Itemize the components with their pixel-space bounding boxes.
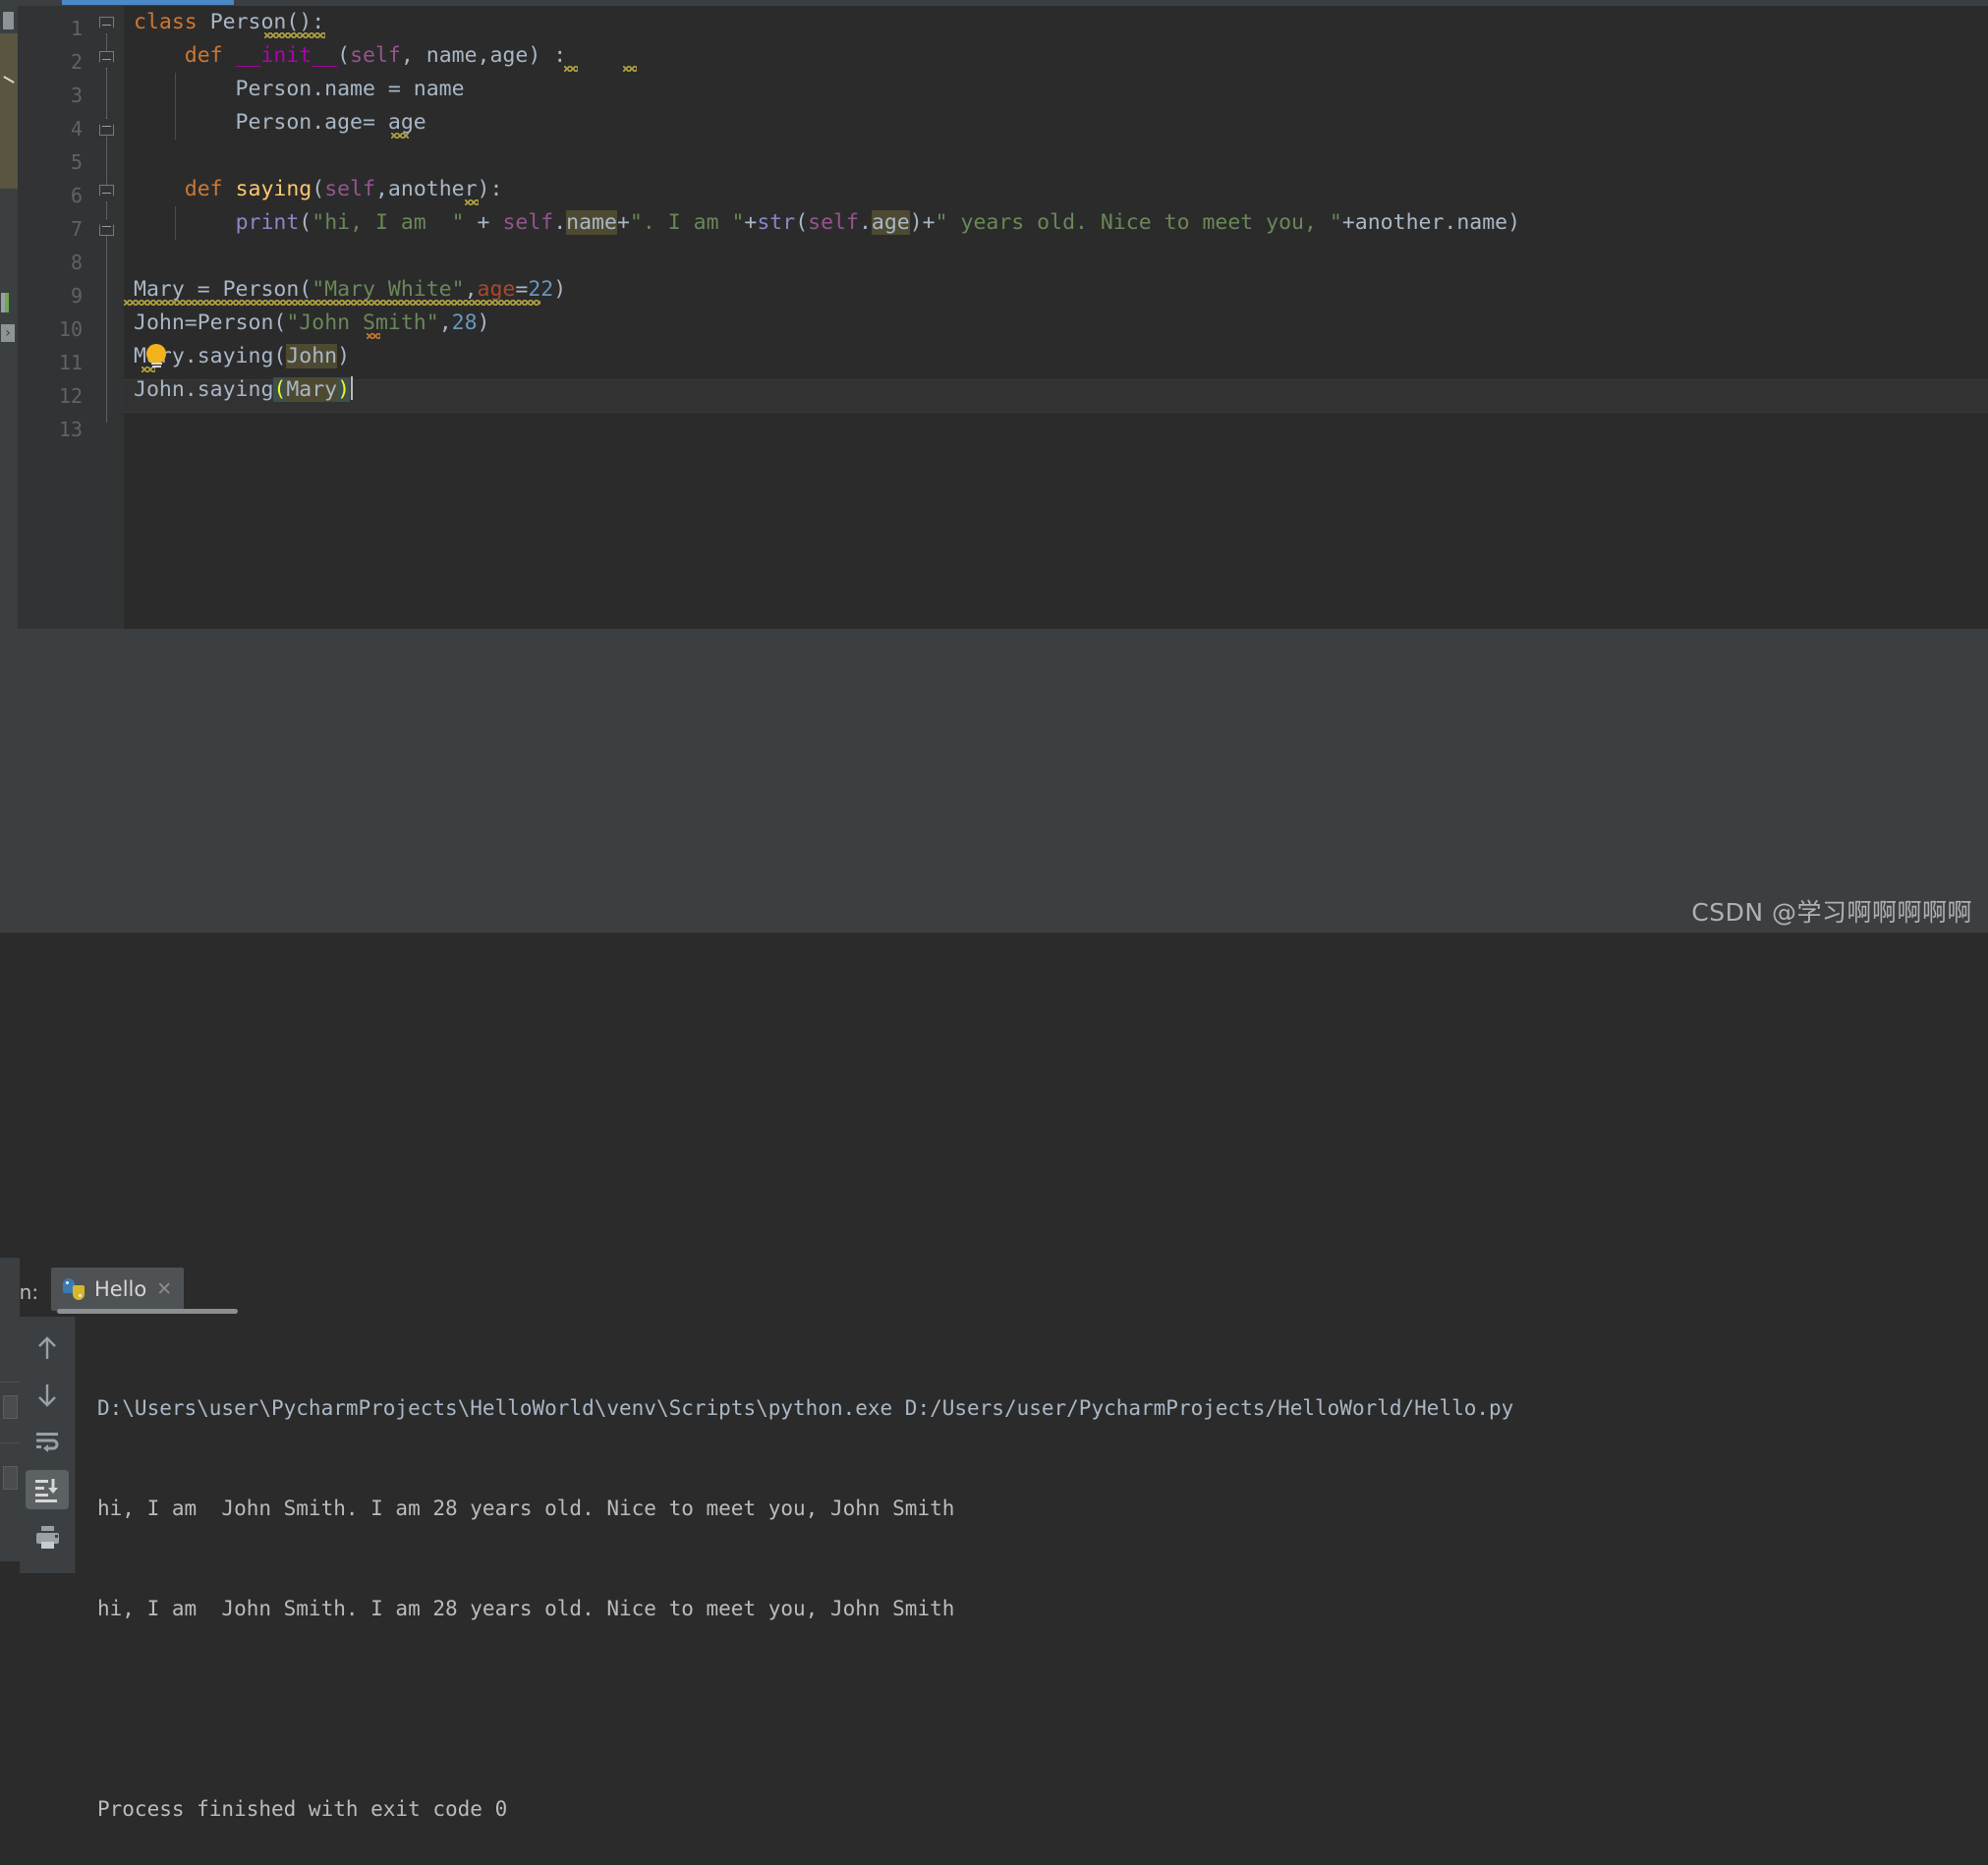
line-number: 12 — [58, 384, 83, 408]
lightbulb-icon[interactable] — [146, 344, 168, 367]
rail-divider — [0, 1382, 20, 1383]
fold-toggle-saying[interactable] — [99, 185, 114, 202]
close-icon[interactable]: ✕ — [156, 1278, 172, 1300]
console-toolbar — [20, 1317, 76, 1573]
line-number: 2 — [70, 50, 83, 74]
run-tab-label: Hello — [94, 1277, 147, 1301]
warning-squiggle — [465, 199, 479, 205]
code-line-6[interactable]: def saying(self,another): — [134, 173, 503, 206]
line-number: 1 — [70, 17, 83, 40]
python-icon — [63, 1278, 85, 1300]
code-line-8[interactable] — [134, 240, 146, 273]
up-arrow-icon[interactable] — [26, 1328, 69, 1368]
rail-divider — [0, 1442, 20, 1443]
print-icon[interactable] — [26, 1517, 69, 1556]
console-output-line: hi, I am John Smith. I am 28 years old. … — [97, 1497, 955, 1520]
csdn-watermark: CSDN @学习啊啊啊啊啊 — [1691, 898, 1972, 927]
warning-squiggle — [264, 32, 325, 38]
console-command-line: D:\Users\user\PycharmProjects\HelloWorld… — [97, 1396, 1514, 1420]
fold-end-saying[interactable] — [99, 218, 114, 236]
pycharm-window: › 1 2 3 4 5 6 7 8 9 10 11 12 13 class Pe… — [0, 0, 1988, 1821]
line-number: 10 — [58, 317, 83, 341]
down-arrow-icon[interactable] — [26, 1376, 69, 1415]
scroll-to-end-icon[interactable] — [26, 1470, 69, 1509]
fold-end-init[interactable] — [99, 118, 114, 136]
code-line-4[interactable]: Person.age= age — [134, 106, 426, 140]
warning-squiggle — [623, 66, 637, 72]
line-number: 5 — [70, 150, 83, 174]
console-output[interactable]: D:\Users\user\PycharmProjects\HelloWorld… — [76, 1317, 1988, 1821]
line-number: 6 — [70, 184, 83, 207]
run-tab-underline — [57, 1309, 238, 1314]
line-number: 13 — [58, 418, 83, 441]
warning-squiggle — [367, 333, 380, 339]
code-line-2[interactable]: def __init__(self, name,age) : — [134, 39, 566, 73]
run-left-rail — [0, 1258, 20, 1561]
run-tool-window: Run: Hello ✕ — [0, 629, 1988, 1821]
warning-squiggle — [391, 133, 409, 139]
left-tool-strip: › — [0, 0, 18, 629]
run-tab-hello[interactable]: Hello ✕ — [51, 1268, 185, 1311]
code-line-13[interactable] — [134, 407, 146, 440]
warning-squiggle — [564, 66, 578, 72]
tool-window-tab[interactable] — [3, 12, 14, 29]
text-caret — [351, 376, 354, 400]
code-editor[interactable]: 1 2 3 4 5 6 7 8 9 10 11 12 13 class Pers… — [18, 0, 1988, 629]
fold-toggle-class[interactable] — [99, 17, 114, 34]
indexing-progress-bar — [62, 0, 234, 5]
code-line-10[interactable]: John=Person("John Smith",28) — [134, 307, 490, 340]
code-text-area[interactable]: class Person(): def __init__(self, name,… — [124, 6, 1988, 629]
code-line-7[interactable]: print("hi, I am " + self.name+". I am "+… — [134, 206, 1520, 240]
chevron-right-icon[interactable]: › — [1, 324, 15, 342]
line-number: 8 — [70, 251, 83, 274]
collapsed-panel-strip[interactable] — [0, 33, 18, 189]
line-number: 7 — [70, 217, 83, 241]
rail-toggle-icon-2[interactable] — [3, 1466, 18, 1490]
diagonal-marker-icon — [3, 76, 15, 84]
fold-toggle-init[interactable] — [99, 51, 114, 69]
code-line-5[interactable] — [134, 140, 146, 173]
change-marker-green[interactable] — [5, 293, 9, 312]
code-line-3[interactable]: Person.name = name — [134, 73, 465, 106]
editor-gutter[interactable]: 1 2 3 4 5 6 7 8 9 10 11 12 13 — [18, 6, 124, 629]
rail-toggle-icon[interactable] — [3, 1395, 18, 1419]
line-number: 4 — [70, 117, 83, 141]
warning-squiggle — [124, 300, 540, 306]
console-output-line: hi, I am John Smith. I am 28 years old. … — [97, 1597, 955, 1620]
line-number: 3 — [70, 84, 83, 107]
line-number: 9 — [70, 284, 83, 308]
line-number: 11 — [58, 351, 83, 374]
console-exit-message: Process finished with exit code 0 — [97, 1797, 508, 1821]
soft-wrap-icon[interactable] — [26, 1423, 69, 1462]
